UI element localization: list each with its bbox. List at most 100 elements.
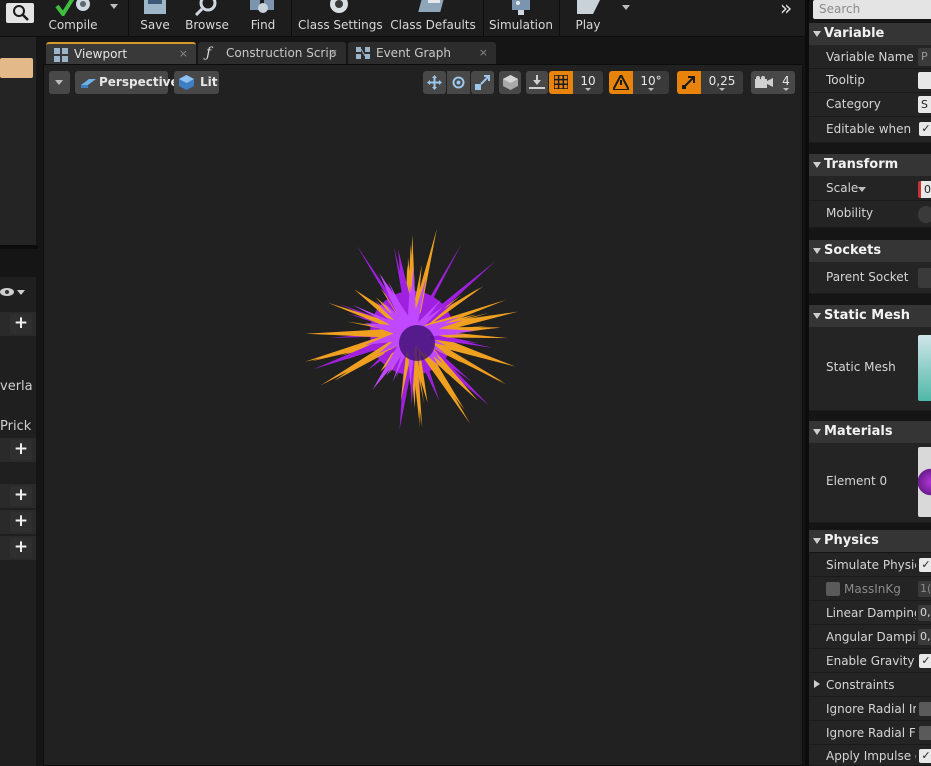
chevron-down-icon	[813, 313, 821, 319]
compile-icon	[55, 0, 90, 16]
rotate-mode-button[interactable]	[447, 71, 470, 94]
ignore-radial-force-checkbox[interactable]	[919, 726, 931, 740]
category-variable[interactable]: Variable	[809, 23, 931, 45]
save-label: Save	[140, 18, 170, 32]
rotation-snap-value[interactable]: 10°	[633, 71, 669, 94]
parent-socket-field[interactable]	[918, 268, 931, 288]
add-local-variable-button[interactable]: +	[10, 538, 32, 558]
class-defaults-icon	[418, 0, 444, 12]
scale-x-field[interactable]: 0	[918, 181, 931, 198]
property-row[interactable]: Constraints	[809, 673, 931, 697]
tab-viewport[interactable]: Viewport ×	[46, 42, 196, 64]
category-transform[interactable]: Transform	[809, 154, 931, 176]
tab-construction-script[interactable]: ƒ Construction Scrip ×	[198, 42, 346, 64]
add-variable-button[interactable]: +	[10, 486, 32, 506]
play-icon	[577, 0, 600, 14]
angular-damping-field[interactable]: 0,	[918, 629, 931, 645]
browse-button[interactable]: Browse	[182, 0, 232, 36]
category-static-mesh[interactable]: Static Mesh	[809, 305, 931, 327]
compile-options-dropdown[interactable]	[110, 4, 118, 9]
simulation-button[interactable]: Simulation	[488, 0, 554, 36]
property-row: Ignore Radial Imp	[809, 697, 931, 721]
class-defaults-button[interactable]: Class Defaults	[390, 0, 476, 36]
details-search-input[interactable]: Search	[813, 0, 931, 19]
camera-speed-button[interactable]	[751, 71, 777, 94]
spiky-ball-mesh[interactable]	[304, 213, 524, 453]
scale-snap-value[interactable]: 0,25	[701, 71, 743, 94]
linear-damping-field[interactable]: 0,	[918, 605, 931, 621]
view-mode-button[interactable]: Perspective	[75, 71, 179, 94]
mobility-selector[interactable]	[918, 206, 931, 223]
eye-icon[interactable]	[0, 286, 26, 298]
mass-override-checkbox[interactable]	[826, 582, 840, 596]
static-mesh-thumbnail[interactable]	[918, 335, 931, 401]
panel-splitter[interactable]	[0, 245, 38, 249]
surface-snapping-button[interactable]	[526, 71, 548, 94]
mass-field: 1(	[918, 581, 931, 597]
viewport-panel[interactable]: Perspective Lit 10 10° 0,25 4	[43, 64, 803, 766]
simulation-label: Simulation	[489, 18, 553, 32]
function-icon: ƒ	[206, 45, 212, 61]
truncated-item[interactable]: Prick	[0, 419, 36, 434]
play-button[interactable]: Play	[566, 0, 610, 36]
editable-checkbox[interactable]: ✓	[919, 122, 931, 136]
variable-name-field[interactable]: P	[918, 48, 931, 66]
material-thumbnail[interactable]	[918, 447, 931, 517]
category-physics[interactable]: Physics	[809, 530, 931, 552]
tab-event-graph[interactable]: Event Graph ×	[348, 42, 496, 64]
add-event-dispatcher-button[interactable]: +	[10, 512, 32, 532]
panel-splitter[interactable]	[805, 0, 809, 766]
category-sockets[interactable]: Sockets	[809, 240, 931, 262]
toolbar-overflow-button[interactable]: »	[780, 0, 792, 20]
close-icon[interactable]: ×	[329, 42, 338, 64]
property-row: Editable when Inh ✓	[809, 117, 931, 143]
property-label: Category	[826, 97, 881, 111]
simulate-physics-checkbox[interactable]: ✓	[919, 558, 931, 572]
scale-mode-button[interactable]	[471, 71, 494, 94]
property-label: Editable when Inh	[826, 122, 916, 136]
simulation-icon	[512, 0, 530, 15]
save-button[interactable]: Save	[136, 0, 174, 36]
grid-snap-toggle[interactable]	[549, 71, 573, 94]
section-header-macros: +	[0, 438, 36, 462]
camera-icon	[755, 76, 773, 88]
find-button[interactable]: Find	[242, 0, 284, 36]
selected-component-row[interactable]	[0, 58, 33, 78]
truncated-item[interactable]: verla	[0, 379, 36, 394]
add-macro-button[interactable]: +	[10, 440, 32, 460]
content-search-button[interactable]	[6, 3, 34, 23]
rotation-snap-toggle[interactable]	[609, 71, 633, 94]
viewport-options-button[interactable]	[49, 71, 70, 94]
find-icon	[250, 0, 274, 13]
play-options-dropdown[interactable]	[622, 5, 630, 10]
close-icon[interactable]: ×	[479, 42, 488, 64]
property-row: Variable Name P	[809, 45, 931, 69]
grid-snap-value[interactable]: 10	[573, 71, 603, 94]
enable-gravity-checkbox[interactable]: ✓	[919, 654, 931, 668]
chevron-down-icon[interactable]	[858, 187, 866, 192]
class-settings-button[interactable]: Class Settings	[298, 0, 383, 36]
section-header-local-variables: +	[0, 536, 36, 560]
add-graph-button[interactable]: +	[10, 314, 32, 334]
category-field[interactable]: S	[918, 96, 931, 113]
grid-icon	[554, 75, 568, 89]
translate-mode-button[interactable]	[423, 71, 446, 94]
category-materials[interactable]: Materials	[809, 421, 931, 443]
camera-speed-value[interactable]: 4	[777, 71, 795, 94]
tooltip-field[interactable]	[918, 72, 931, 89]
property-row: Linear Damping 0,	[809, 601, 931, 625]
property-label: Constraints	[826, 678, 895, 692]
compile-button[interactable]: Compile	[48, 0, 98, 36]
move-icon	[427, 75, 442, 90]
close-icon[interactable]: ×	[179, 44, 188, 64]
save-icon	[144, 0, 166, 14]
property-label: Mobility	[826, 206, 874, 220]
apply-impulse-checkbox[interactable]: ✓	[919, 749, 931, 763]
ignore-radial-impulse-checkbox[interactable]	[919, 702, 931, 716]
scale-snap-toggle[interactable]	[677, 71, 701, 94]
property-row: Static Mesh	[809, 327, 931, 411]
chevron-down-icon	[813, 538, 821, 544]
coordinate-system-button[interactable]	[499, 71, 521, 94]
lighting-mode-button[interactable]: Lit	[174, 71, 219, 94]
browse-label: Browse	[185, 18, 229, 32]
